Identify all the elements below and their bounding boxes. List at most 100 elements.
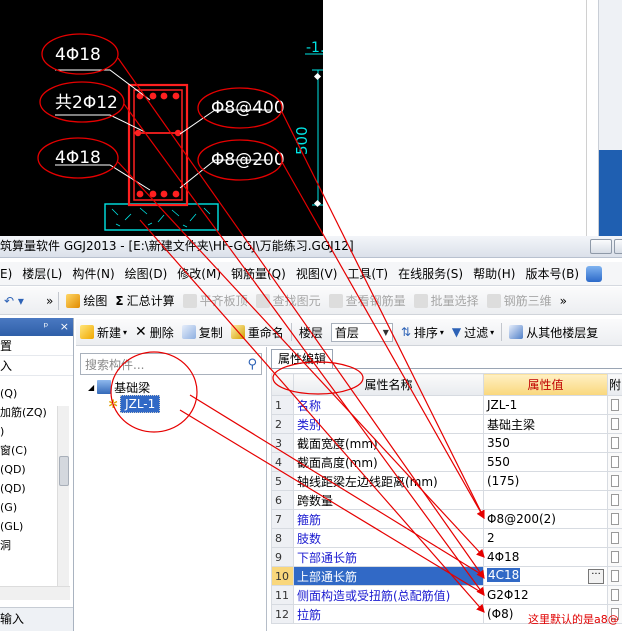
- table-row[interactable]: 1 名称 JZL-1: [271, 395, 622, 415]
- copy-button[interactable]: 复制: [178, 319, 227, 345]
- window-title-bar[interactable]: 筑算量软件 GGJ2013 - [E:\新建文件夹\HF-GGJ\万能练习.GG…: [0, 236, 622, 258]
- rebar-3d-icon: [486, 293, 501, 308]
- sigma-icon: Σ: [115, 293, 124, 308]
- menu-version[interactable]: 版本号(B): [520, 263, 584, 285]
- tab-property-edit[interactable]: 属性编辑: [271, 349, 334, 369]
- new-button[interactable]: 新建 ▾: [76, 319, 131, 345]
- menu-view[interactable]: 视图(V): [291, 263, 343, 285]
- property-value[interactable]: 4Φ18: [483, 547, 608, 567]
- table-row[interactable]: 10 上部通长筋 ··· 4C18: [271, 566, 622, 586]
- property-value[interactable]: 2: [483, 528, 608, 548]
- view-rebar-button[interactable]: 查看钢筋量: [325, 288, 410, 314]
- attach-checkbox[interactable]: [607, 471, 622, 491]
- search-icon[interactable]: ⚲: [247, 357, 257, 372]
- table-row[interactable]: 9 下部通长筋 4Φ18: [271, 547, 622, 567]
- draw-button[interactable]: 绘图: [62, 288, 111, 314]
- callout-stirrup-400: Φ8@400: [211, 98, 285, 118]
- table-row[interactable]: 11 侧面构造或受扭筋(总配筋值) G2Φ12: [271, 585, 622, 605]
- property-value[interactable]: 350: [483, 433, 608, 453]
- menu-online-service[interactable]: 在线服务(S): [393, 263, 468, 285]
- attach-checkbox[interactable]: [607, 509, 622, 529]
- attach-checkbox[interactable]: [607, 528, 622, 548]
- tree-node-jzl-1[interactable]: ✲ JZL-1: [108, 394, 161, 413]
- menu-floor[interactable]: 楼层(L): [17, 263, 67, 285]
- property-value-input[interactable]: 4C18: [487, 568, 521, 582]
- property-value[interactable]: Φ8@200(2): [483, 509, 608, 529]
- toolbar-overflow-2[interactable]: »: [556, 288, 571, 314]
- row-number: 2: [271, 414, 294, 434]
- batch-select-button[interactable]: 批量选择: [410, 288, 483, 314]
- property-value[interactable]: 基础主梁: [483, 414, 608, 434]
- property-value[interactable]: ··· 4C18: [483, 566, 608, 586]
- property-value[interactable]: JZL-1: [483, 395, 608, 415]
- attach-checkbox[interactable]: [607, 414, 622, 434]
- rename-button[interactable]: 重命名: [227, 319, 288, 345]
- toolbar-overflow[interactable]: »: [44, 288, 55, 314]
- property-value[interactable]: G2Φ12: [483, 585, 608, 605]
- menu-edit[interactable]: E): [0, 263, 17, 285]
- menu-component[interactable]: 构件(N): [67, 263, 119, 285]
- row-number: 4: [271, 452, 294, 472]
- copy-from-other-floor-button[interactable]: 从其他楼层复: [505, 319, 602, 345]
- chevron-down-icon: ▼: [382, 327, 389, 337]
- table-row[interactable]: 4 截面高度(mm) 550: [271, 452, 622, 472]
- attach-checkbox[interactable]: [607, 452, 622, 472]
- search-input[interactable]: 搜索构件... ⚲: [80, 353, 262, 375]
- tree-node-foundation-beam[interactable]: ◢ 基础梁: [88, 378, 150, 396]
- row-number: 3: [271, 433, 294, 453]
- sum-calc-button[interactable]: Σ 汇总计算: [111, 288, 178, 314]
- callout-top-bars: 4Φ18: [55, 45, 101, 65]
- navigator-row-settings[interactable]: 置: [0, 336, 73, 356]
- table-row[interactable]: 5 轴线距梁左边线距离(mm) (175): [271, 471, 622, 491]
- menu-rebar-quantity[interactable]: 钢筋量(Q): [226, 263, 291, 285]
- minimize-button[interactable]: [590, 239, 612, 254]
- menu-help[interactable]: 帮助(H): [468, 263, 520, 285]
- horizontal-scrollbar[interactable]: [0, 586, 70, 600]
- attach-checkbox[interactable]: [607, 566, 622, 586]
- filter-button[interactable]: ▼ 过滤 ▾: [448, 319, 498, 345]
- property-name: 拉筋: [293, 604, 484, 624]
- sort-button[interactable]: ⇅ 排序 ▾: [397, 319, 448, 345]
- new-icon: [80, 325, 94, 339]
- update-icon[interactable]: [586, 265, 603, 282]
- copy-floor-icon: [509, 325, 524, 339]
- list-item[interactable]: (Q): [0, 384, 73, 403]
- attach-checkbox[interactable]: [607, 585, 622, 605]
- attach-checkbox[interactable]: [607, 547, 622, 567]
- column-header-extra[interactable]: 附: [607, 373, 622, 396]
- menu-modify[interactable]: 修改(M): [172, 263, 226, 285]
- callout-stirrup-200: Φ8@200: [211, 150, 285, 170]
- ellipsis-button[interactable]: ···: [588, 569, 604, 584]
- column-header-name[interactable]: 属性名称: [293, 373, 484, 396]
- vertical-scrollbar[interactable]: [57, 406, 69, 586]
- delete-button[interactable]: ✕ 删除: [131, 319, 178, 345]
- collapse-icon[interactable]: ◢: [88, 383, 94, 392]
- table-row[interactable]: 6 跨数量: [271, 490, 622, 510]
- table-row[interactable]: 7 箍筋 Φ8@200(2): [271, 509, 622, 529]
- maximize-button[interactable]: [614, 239, 622, 254]
- property-value[interactable]: [483, 490, 608, 510]
- property-value[interactable]: (175): [483, 471, 608, 491]
- attach-checkbox[interactable]: [607, 395, 622, 415]
- menu-draw[interactable]: 绘图(D): [120, 263, 173, 285]
- attach-checkbox[interactable]: [607, 433, 622, 453]
- navigator-row-input[interactable]: 入: [0, 356, 73, 376]
- table-row[interactable]: 8 肢数 2: [271, 528, 622, 548]
- undo-button[interactable]: ↶ ▾: [0, 288, 44, 314]
- rebar-3d-button[interactable]: 钢筋三维: [483, 288, 556, 314]
- column-header-value[interactable]: 属性值: [483, 373, 608, 396]
- pin-icon[interactable]: ᵖ: [44, 320, 49, 333]
- attach-checkbox[interactable]: [607, 490, 622, 510]
- filter-icon: ▼: [451, 325, 462, 339]
- table-row[interactable]: 3 截面宽度(mm) 350: [271, 433, 622, 453]
- menu-tools[interactable]: 工具(T): [342, 263, 393, 285]
- floor-select[interactable]: 首层 ▼: [330, 322, 393, 342]
- draw-icon: [66, 293, 81, 308]
- find-icon: [255, 293, 270, 308]
- property-value[interactable]: 550: [483, 452, 608, 472]
- flat-plate-button[interactable]: 平齐板顶: [179, 288, 252, 314]
- navigator-footer-input[interactable]: 输入: [0, 607, 73, 631]
- find-element-button[interactable]: 查找图元: [252, 288, 325, 314]
- close-icon[interactable]: ×: [60, 320, 69, 333]
- table-row[interactable]: 2 类别 基础主梁: [271, 414, 622, 434]
